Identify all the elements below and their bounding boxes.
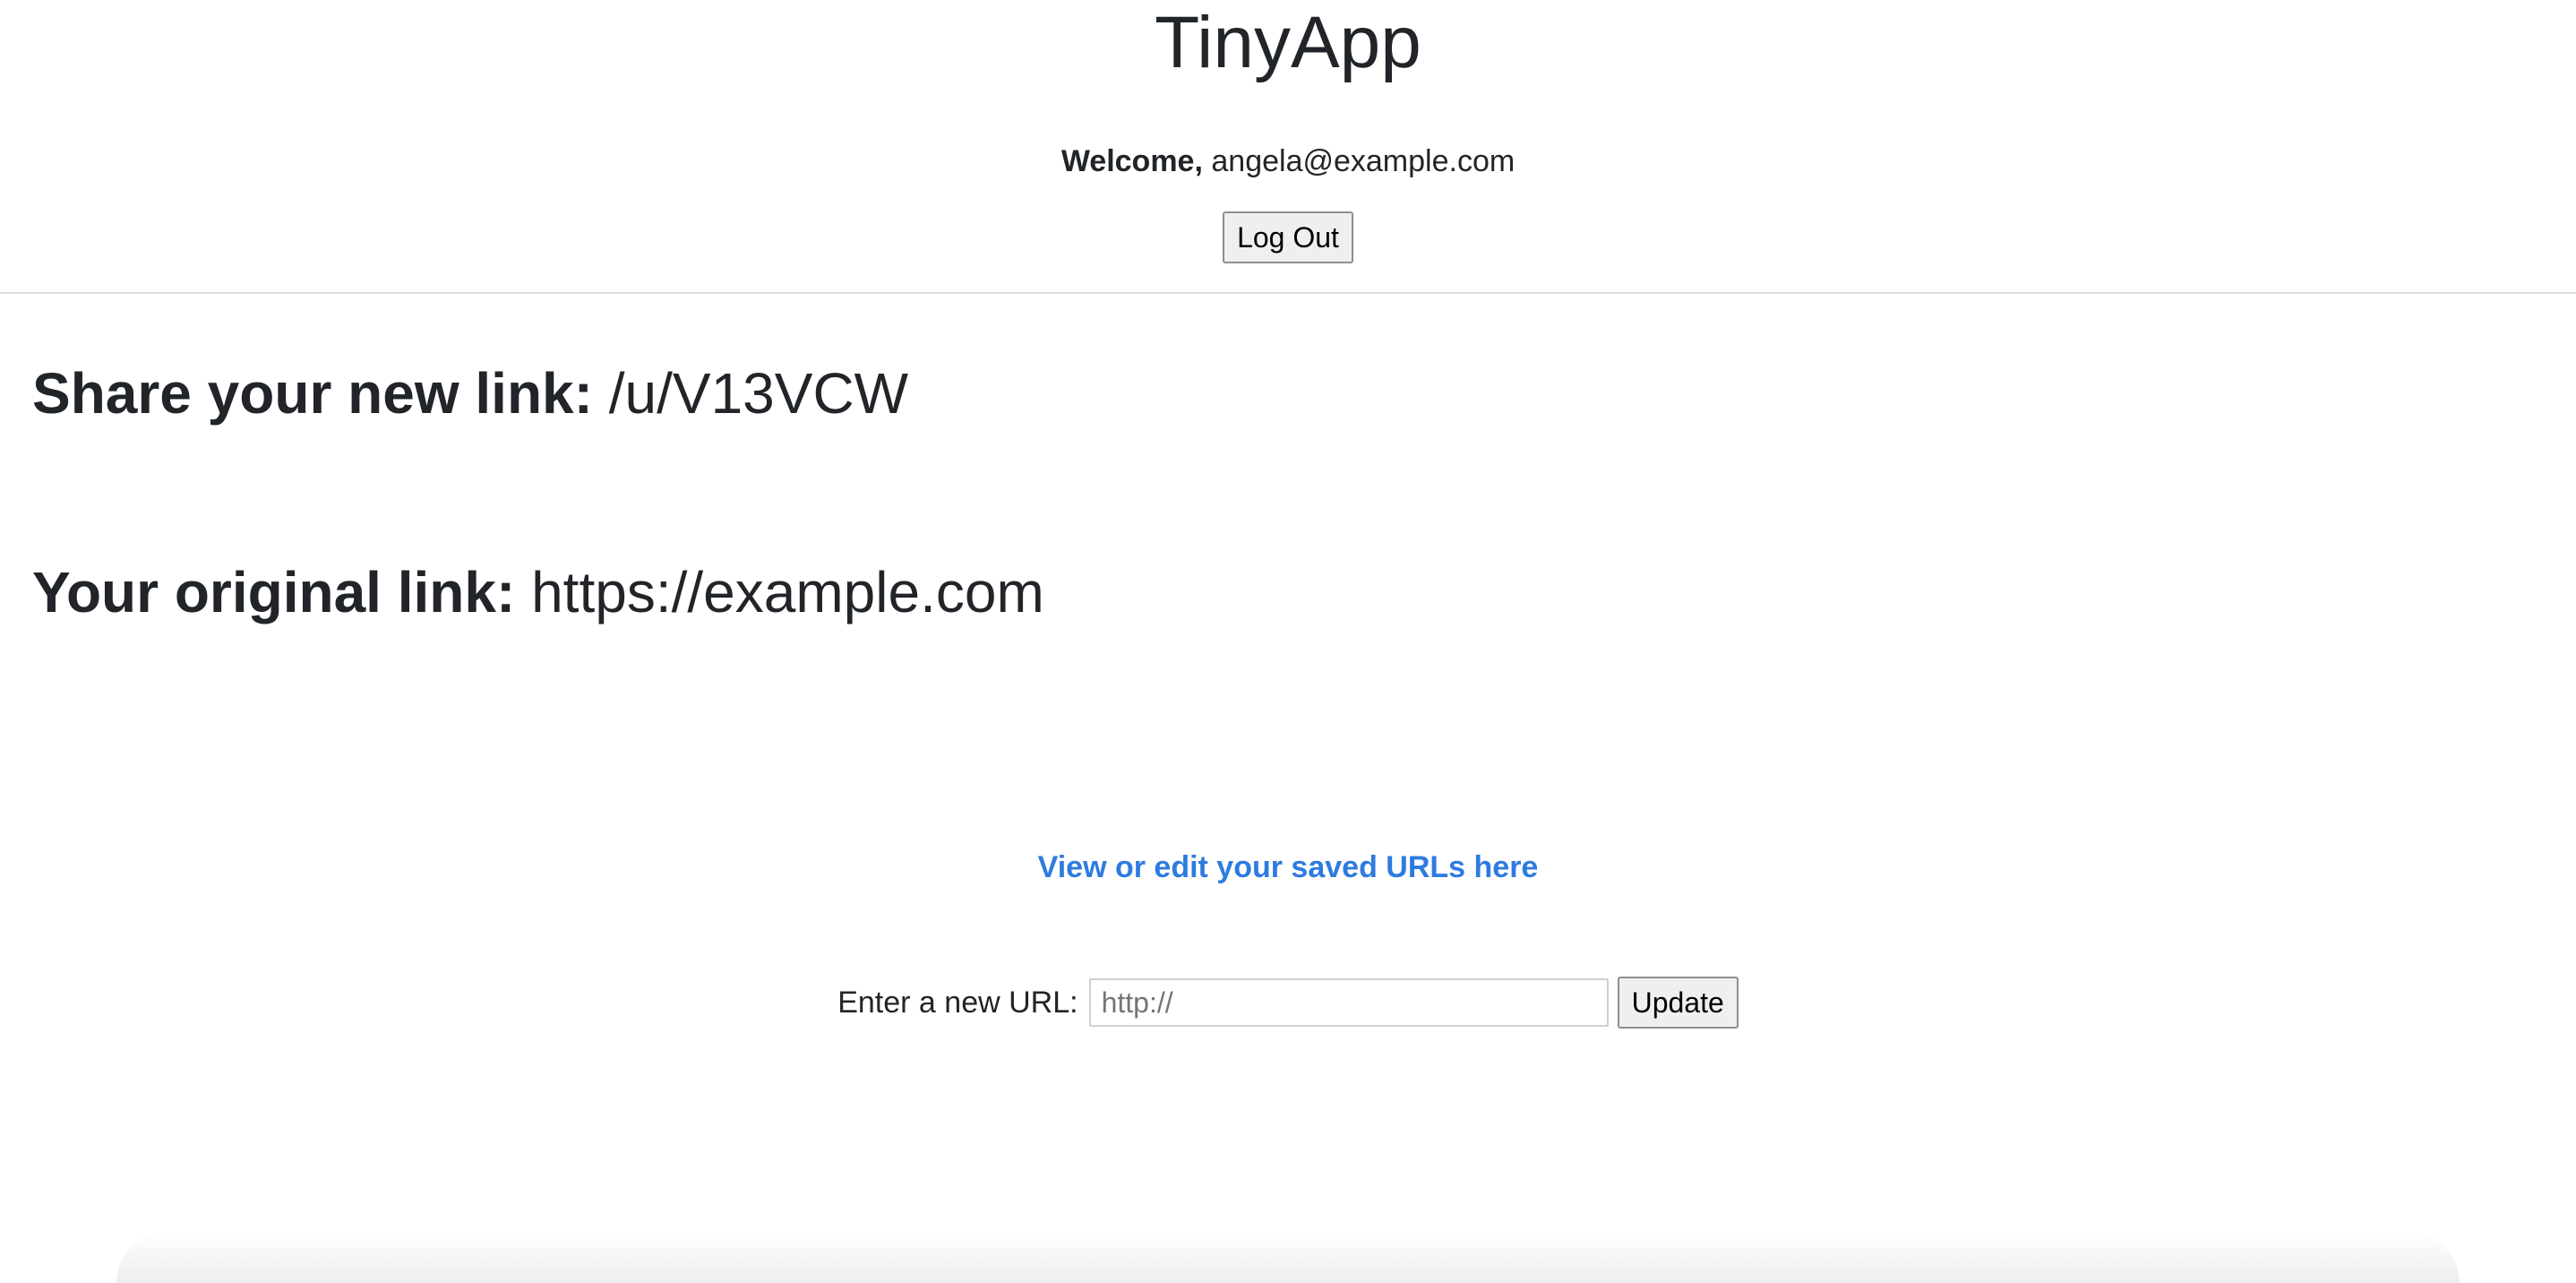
welcome-message: Welcome, angela@example.com <box>0 142 2576 181</box>
short-link-value: /u/V13VCW <box>608 361 909 426</box>
original-link-label: Your original link: <box>32 560 516 624</box>
new-url-label: Enter a new URL: <box>837 985 1078 1020</box>
app-title: TinyApp <box>1155 2 1421 83</box>
logout-container: Log Out <box>0 211 2576 263</box>
saved-urls-link[interactable]: View or edit your saved URLs here <box>0 848 2576 887</box>
bottom-shadow <box>116 1229 2460 1283</box>
original-link-heading: Your original link: https://example.com <box>32 557 1044 627</box>
update-button[interactable]: Update <box>1617 977 1739 1029</box>
share-link-label: Share your new link: <box>32 361 593 426</box>
user-email: angela@example.com <box>1211 144 1516 178</box>
update-url-form: Enter a new URL: Update <box>0 977 2576 1029</box>
page: TinyApp Welcome, angela@example.com Log … <box>0 0 2576 1283</box>
new-url-input[interactable] <box>1088 978 1609 1027</box>
header-divider <box>0 292 2576 294</box>
original-url-value: https://example.com <box>531 560 1044 624</box>
logout-button[interactable]: Log Out <box>1223 211 1353 263</box>
welcome-label: Welcome, <box>1060 144 1203 178</box>
share-link-heading: Share your new link: /u/V13VCW <box>32 358 908 428</box>
